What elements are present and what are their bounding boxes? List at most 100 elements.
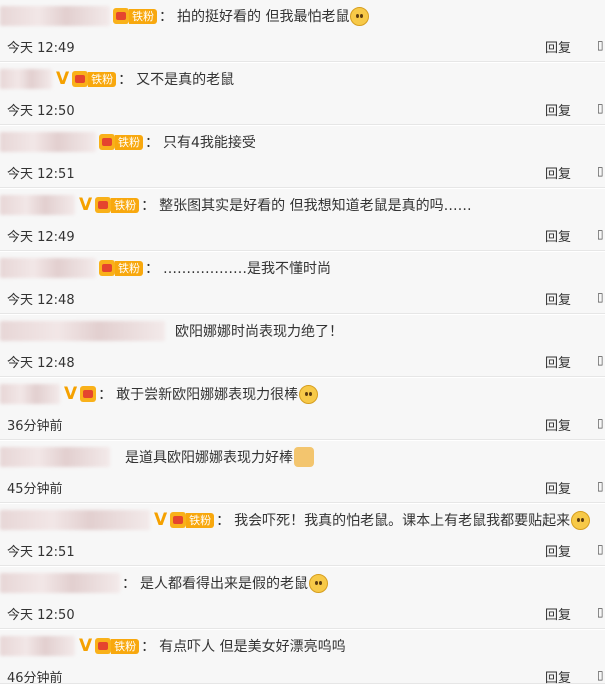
like-icon[interactable]: ▯ (597, 416, 605, 430)
like-icon[interactable]: ▯ (597, 38, 605, 52)
fan-badge-label: 铁粉 (88, 71, 117, 87)
like-icon[interactable]: ▯ (597, 164, 605, 178)
comment-time: 今天 12:49 (7, 41, 75, 56)
crown-icon (72, 71, 89, 87)
comment-time: 今天 12:48 (7, 293, 75, 308)
fan-badge: 铁粉 (113, 8, 157, 24)
comment-line: ： 是人都看得出来是假的老鼠 (0, 572, 328, 594)
comment-text: ………………是我不懂时尚 (163, 261, 331, 277)
colon: ： (141, 639, 156, 655)
colon: ： (159, 9, 173, 25)
comment-list: 铁粉 ： 拍的挺好看的 但我最怕老鼠 今天 12:49 回复 ▯ V 铁粉 ： … (0, 0, 605, 686)
reply-button[interactable]: 回复 (545, 100, 571, 119)
comment-item: 铁粉 ： ………………是我不懂时尚 今天 12:48 回复 ▯ (0, 252, 605, 314)
username-blurred[interactable] (0, 573, 120, 593)
comment-item: 是道具欧阳娜娜表现力好棒 45分钟前 回复 ▯ (0, 441, 605, 503)
comment-item: ： 是人都看得出来是假的老鼠 今天 12:50 回复 ▯ (0, 567, 605, 629)
reply-button[interactable]: 回复 (545, 541, 571, 560)
crown-icon (95, 638, 112, 654)
comment-item: 欧阳娜娜时尚表现力绝了！ 今天 12:48 回复 ▯ (0, 315, 605, 377)
comment-line: V 铁粉 ： 整张图其实是好看的 但我想知道老鼠是真的吗…… (0, 194, 472, 216)
comment-line: 是道具欧阳娜娜表现力好棒 (0, 446, 314, 468)
fan-badge-label: 铁粉 (129, 8, 157, 24)
crown-icon (80, 386, 97, 402)
colon: ： (98, 387, 113, 403)
username-blurred[interactable] (0, 258, 96, 278)
comment-line: V 铁粉 ： 又不是真的老鼠 (0, 68, 234, 90)
fan-badge: 铁粉 (99, 134, 143, 150)
reply-button[interactable]: 回复 (545, 415, 571, 434)
comment-time: 今天 12:51 (7, 545, 75, 560)
reply-button[interactable]: 回复 (545, 37, 571, 56)
fan-badge (80, 386, 97, 402)
like-icon[interactable]: ▯ (597, 605, 605, 619)
verified-v-icon: V (79, 194, 93, 215)
reply-button[interactable]: 回复 (545, 667, 571, 686)
reply-button[interactable]: 回复 (545, 352, 571, 371)
username-blurred[interactable] (0, 384, 60, 404)
comment-item: 铁粉 ： 只有4我能接受 今天 12:51 回复 ▯ (0, 126, 605, 188)
smile-emoji-icon (309, 573, 328, 593)
comment-item: V 铁粉 ： 我会吓死！我真的怕老鼠。课本上有老鼠我都要贴起来 今天 12:51… (0, 504, 605, 566)
fan-badge: 铁粉 (170, 512, 215, 528)
reply-button[interactable]: 回复 (545, 478, 571, 497)
like-icon[interactable]: ▯ (597, 290, 605, 304)
comment-line: V 铁粉 ： 我会吓死！我真的怕老鼠。课本上有老鼠我都要贴起来 (0, 509, 591, 531)
username-blurred[interactable] (0, 447, 110, 467)
username-blurred[interactable] (0, 132, 96, 152)
comment-time: 今天 12:50 (7, 104, 75, 119)
reply-button[interactable]: 回复 (545, 226, 571, 245)
comment-line: 铁粉 ： ………………是我不懂时尚 (0, 257, 331, 279)
crying-emoji-icon (571, 510, 591, 530)
comment-text: 我会吓死！我真的怕老鼠。课本上有老鼠我都要贴起来 (234, 513, 571, 529)
verified-v-icon: V (56, 68, 70, 89)
like-icon[interactable]: ▯ (597, 227, 605, 241)
fan-badge-label: 铁粉 (111, 638, 140, 654)
fan-badge: 铁粉 (72, 71, 117, 87)
comment-line: V ： 敢于尝新欧阳娜娜表现力很棒 (0, 383, 319, 405)
comment-line: V 铁粉 ： 有点吓人 但是美女好漂亮呜呜 (0, 635, 346, 657)
comment-line: 欧阳娜娜时尚表现力绝了！ (0, 320, 343, 342)
ok-hand-emoji-icon (294, 447, 314, 467)
crown-icon (99, 134, 115, 150)
comment-text: 是人都看得出来是假的老鼠 (140, 576, 308, 592)
comment-item: V 铁粉 ： 整张图其实是好看的 但我想知道老鼠是真的吗…… 今天 12:49 … (0, 189, 605, 251)
comment-line: 铁粉 ： 拍的挺好看的 但我最怕老鼠 (0, 5, 370, 27)
verified-v-icon: V (154, 509, 168, 530)
fan-badge: 铁粉 (95, 638, 140, 654)
like-icon[interactable]: ▯ (597, 479, 605, 493)
reply-button[interactable]: 回复 (545, 163, 571, 182)
reply-button[interactable]: 回复 (545, 289, 571, 308)
fearful-emoji-icon (350, 6, 370, 26)
username-blurred[interactable] (0, 321, 165, 341)
username-blurred[interactable] (0, 636, 75, 656)
reply-button[interactable]: 回复 (545, 604, 571, 623)
like-icon[interactable]: ▯ (597, 101, 605, 115)
username-blurred[interactable] (0, 6, 110, 26)
crown-icon (170, 512, 187, 528)
scared-emoji-icon (299, 384, 319, 404)
comment-text: 又不是真的老鼠 (136, 72, 235, 88)
fan-badge-label: 铁粉 (186, 512, 215, 528)
crown-icon (113, 8, 129, 24)
comment-time: 今天 12:48 (7, 356, 75, 371)
comment-line: 铁粉 ： 只有4我能接受 (0, 131, 256, 153)
like-icon[interactable]: ▯ (597, 668, 605, 682)
colon: ： (216, 513, 231, 529)
like-icon[interactable]: ▯ (597, 353, 605, 367)
colon: ： (145, 261, 159, 277)
comment-text: 是道具欧阳娜娜表现力好棒 (125, 447, 293, 467)
username-blurred[interactable] (0, 510, 150, 530)
comment-item: 铁粉 ： 拍的挺好看的 但我最怕老鼠 今天 12:49 回复 ▯ (0, 0, 605, 62)
like-icon[interactable]: ▯ (597, 542, 605, 556)
comment-time: 45分钟前 (7, 482, 63, 497)
comment-text: 敢于尝新欧阳娜娜表现力很棒 (116, 387, 299, 403)
comment-text: 整张图其实是好看的 但我想知道老鼠是真的吗…… (159, 198, 472, 214)
username-blurred[interactable] (0, 69, 52, 89)
comment-text: 只有4我能接受 (163, 135, 256, 151)
comment-text-value: 是道具欧阳娜娜表现力好棒 (125, 450, 293, 466)
username-blurred[interactable] (0, 195, 75, 215)
comment-item: V 铁粉 ： 有点吓人 但是美女好漂亮呜呜 46分钟前 回复 ▯ (0, 630, 605, 686)
comment-time: 36分钟前 (7, 419, 63, 434)
comment-time: 46分钟前 (7, 671, 63, 686)
